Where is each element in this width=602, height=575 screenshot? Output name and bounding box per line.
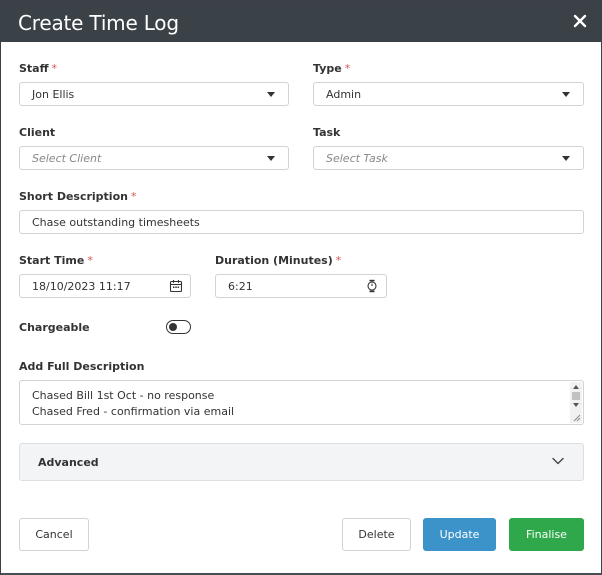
start-time-label-text: Start Time bbox=[19, 254, 85, 267]
scroll-up-icon[interactable] bbox=[573, 385, 579, 389]
required-marker: * bbox=[335, 254, 342, 267]
full-description-label: Add Full Description bbox=[19, 360, 144, 373]
delete-button[interactable]: Delete bbox=[342, 518, 411, 551]
start-time-input[interactable]: 18/10/2023 11:17 bbox=[19, 274, 191, 298]
short-description-input[interactable]: Chase outstanding timesheets bbox=[19, 210, 584, 234]
toggle-knob bbox=[169, 322, 177, 331]
task-label-text: Task bbox=[313, 126, 341, 139]
full-description-text: Chased Bill 1st Oct - no response Chased… bbox=[32, 388, 235, 424]
type-value: Admin bbox=[326, 88, 362, 101]
caret-down-icon bbox=[562, 156, 570, 161]
task-label: Task bbox=[313, 126, 340, 139]
close-icon[interactable] bbox=[570, 11, 590, 31]
caret-down-icon bbox=[562, 92, 570, 97]
duration-input[interactable]: 6:21 bbox=[215, 274, 387, 298]
start-time-value: 18/10/2023 11:17 bbox=[32, 280, 131, 293]
start-time-label: Start Time * bbox=[19, 254, 93, 267]
duration-label: Duration (Minutes) * bbox=[215, 254, 341, 267]
client-placeholder: Select Client bbox=[32, 152, 102, 165]
finalise-button[interactable]: Finalise bbox=[509, 518, 584, 551]
required-marker: * bbox=[130, 190, 137, 203]
staff-select[interactable]: Jon Ellis bbox=[19, 82, 289, 106]
task-select[interactable]: Select Task bbox=[313, 146, 584, 170]
staff-label-text: Staff bbox=[19, 62, 49, 75]
chargeable-toggle[interactable] bbox=[166, 320, 191, 334]
scroll-thumb[interactable] bbox=[572, 392, 580, 400]
task-placeholder: Select Task bbox=[326, 152, 388, 165]
stopwatch-icon[interactable] bbox=[365, 279, 379, 293]
type-label-text: Type bbox=[313, 62, 342, 75]
type-label: Type * bbox=[313, 62, 350, 75]
staff-value: Jon Ellis bbox=[32, 88, 75, 101]
caret-down-icon bbox=[267, 156, 275, 161]
client-label: Client bbox=[19, 126, 55, 139]
advanced-section-toggle[interactable]: Advanced bbox=[19, 443, 584, 481]
caret-down-icon bbox=[267, 92, 275, 97]
duration-label-text: Duration (Minutes) bbox=[215, 254, 333, 267]
advanced-label: Advanced bbox=[38, 456, 99, 469]
full-description-label-text: Add Full Description bbox=[19, 360, 145, 373]
client-select[interactable]: Select Client bbox=[19, 146, 289, 170]
duration-value: 6:21 bbox=[228, 280, 253, 293]
update-button[interactable]: Update bbox=[423, 518, 496, 551]
chargeable-label-text: Chargeable bbox=[19, 321, 90, 334]
short-description-label: Short Description * bbox=[19, 190, 136, 203]
description-line-clipped bbox=[32, 420, 234, 424]
chevron-down-icon bbox=[552, 457, 564, 465]
short-description-value: Chase outstanding timesheets bbox=[32, 216, 200, 229]
modal-title: Create Time Log bbox=[18, 11, 179, 35]
staff-label: Staff * bbox=[19, 62, 57, 75]
required-marker: * bbox=[344, 62, 351, 75]
description-line: Chased Bill 1st Oct - no response bbox=[32, 389, 215, 402]
resize-handle-icon[interactable] bbox=[572, 413, 581, 422]
required-marker: * bbox=[87, 254, 93, 267]
short-description-label-text: Short Description bbox=[19, 190, 128, 203]
required-marker: * bbox=[51, 62, 58, 75]
calendar-icon[interactable] bbox=[169, 279, 183, 293]
description-line: Chased Fred - confirmation via email bbox=[32, 405, 235, 418]
scroll-down-icon[interactable] bbox=[573, 403, 579, 407]
cancel-button[interactable]: Cancel bbox=[19, 518, 89, 551]
client-label-text: Client bbox=[19, 126, 56, 139]
modal-header: Create Time Log bbox=[1, 1, 601, 42]
type-select[interactable]: Admin bbox=[313, 82, 584, 106]
chargeable-label: Chargeable bbox=[19, 321, 90, 334]
create-time-log-modal: Create Time Log Staff * Jon Ellis Type * A… bbox=[0, 0, 602, 575]
full-description-textarea[interactable]: Chased Bill 1st Oct - no response Chased… bbox=[19, 380, 584, 425]
